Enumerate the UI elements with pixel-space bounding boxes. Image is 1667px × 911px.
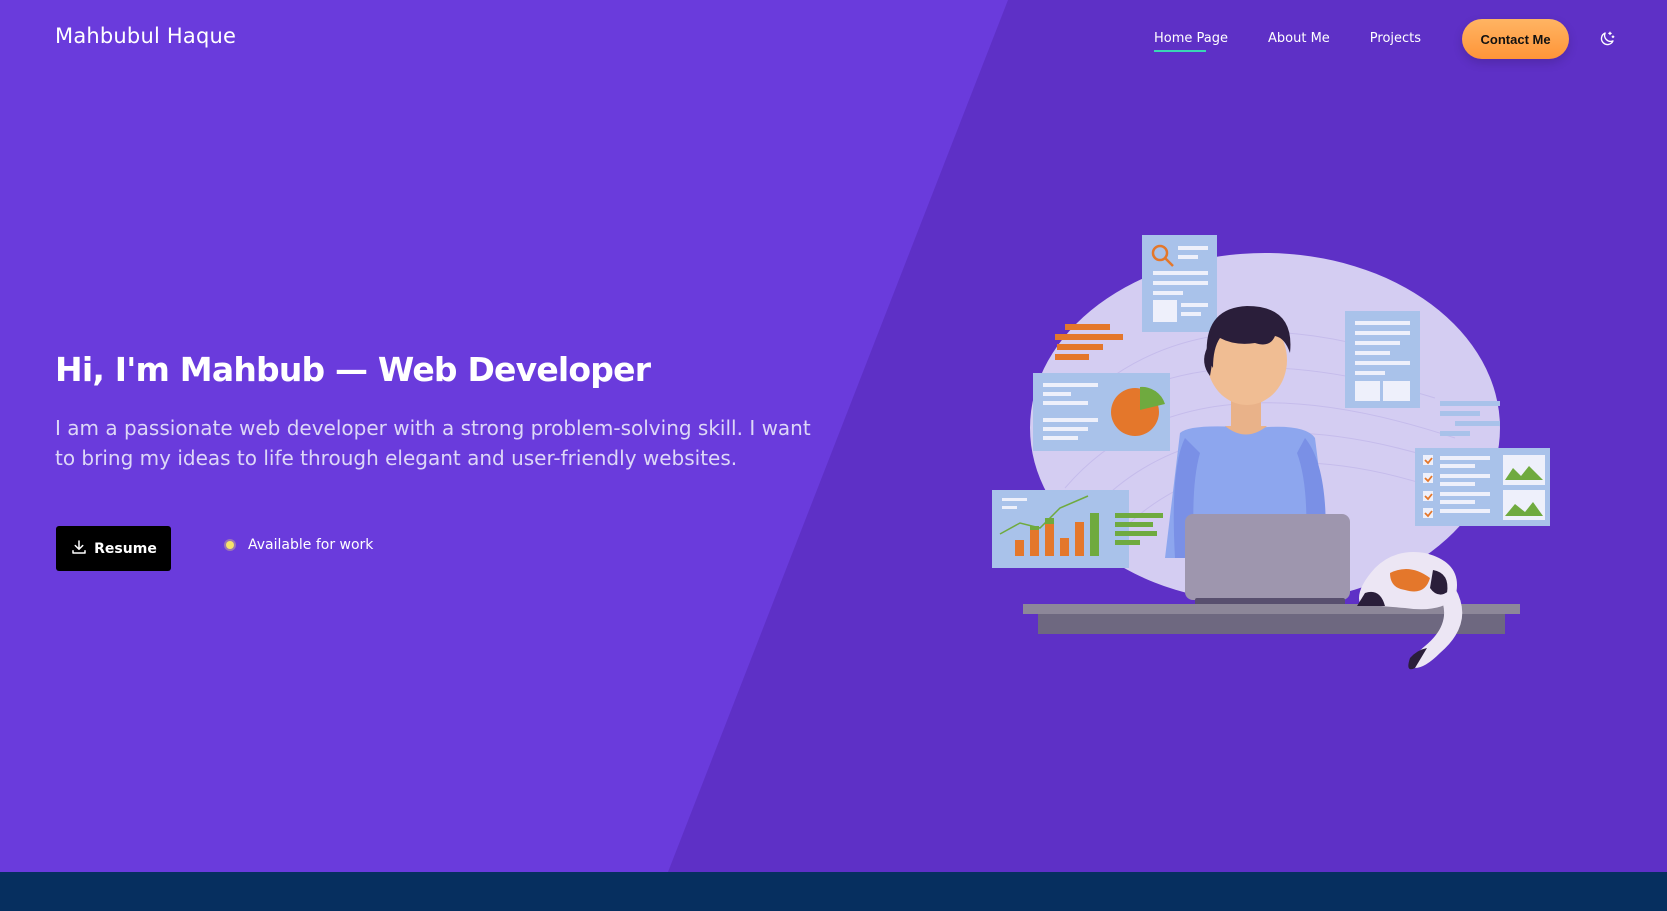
status-dot [226, 541, 234, 549]
resume-label: Resume [94, 540, 157, 557]
availability-status: Available for work [226, 537, 373, 553]
main-nav: Home Page About Me Projects Contact Me [1154, 19, 1570, 59]
nav-about-me[interactable]: About Me [1268, 19, 1330, 59]
resume-button[interactable]: Resume [56, 526, 171, 571]
nav-home-page[interactable]: Home Page [1154, 19, 1228, 59]
nav-projects[interactable]: Projects [1370, 19, 1421, 59]
download-icon [70, 538, 88, 560]
hero-section: Mahbubul Haque Home Page About Me Projec… [0, 0, 1667, 872]
footer-strip [0, 872, 1667, 911]
developer-at-laptop-illustration [992, 235, 1550, 670]
site-logo[interactable]: Mahbubul Haque [55, 24, 236, 48]
contact-button[interactable]: Contact Me [1462, 19, 1570, 59]
moon-stars-icon[interactable] [1598, 30, 1616, 48]
status-text: Available for work [248, 537, 374, 553]
hero-intro: I am a passionate web developer with a s… [55, 416, 811, 470]
hero-headline: Hi, I'm Mahbub — Web Developer [55, 350, 651, 389]
